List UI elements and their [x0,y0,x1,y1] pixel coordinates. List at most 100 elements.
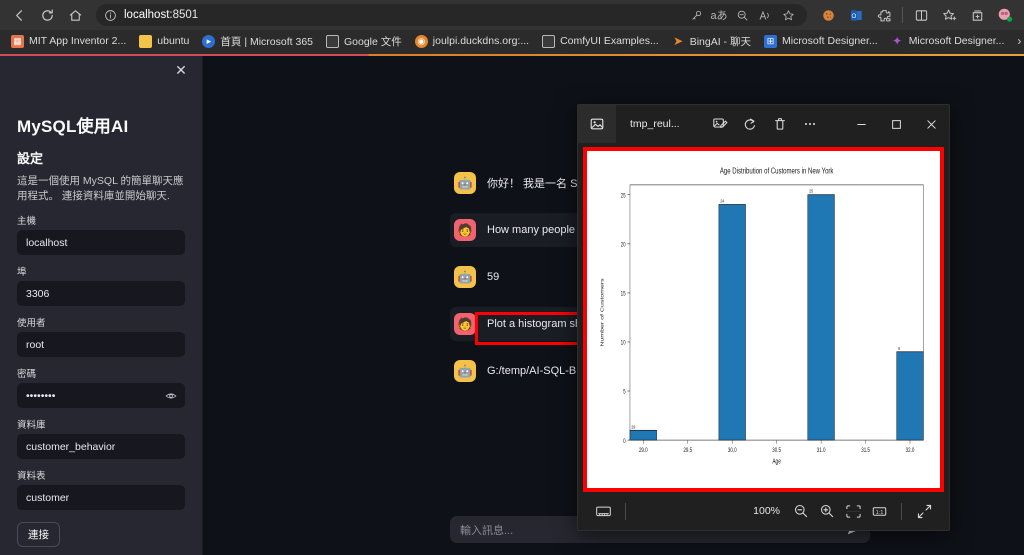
add-favorite-icon[interactable] [936,3,962,27]
bookmark-item[interactable]: ◉ joulpi.duckdns.org:... [409,33,535,50]
document-icon [326,34,339,48]
more-options-icon[interactable] [798,112,823,137]
actual-size-icon[interactable]: 1:1 [866,498,892,524]
bar [629,429,657,441]
toolbar-divider [902,7,903,23]
bookmark-item[interactable]: ComfyUI Examples... [536,33,665,50]
bookmark-item[interactable]: ▦ MIT App Inventor 2... [5,33,132,50]
plot-frame [629,184,924,441]
toolbar-divider [901,502,902,520]
bookmark-item[interactable]: ▸ 首頁 | Microsoft 365 [196,32,319,51]
url-port: :8501 [169,9,199,21]
eye-icon[interactable] [165,390,177,402]
password-input[interactable]: •••••••• [17,383,185,409]
bar-value-label: 25 [809,188,813,194]
bookmark-label: 首頁 | Microsoft 365 [220,35,313,48]
fullscreen-icon[interactable] [911,498,937,524]
svg-text:1:1: 1:1 [875,509,883,515]
extensions-icon[interactable] [871,3,897,27]
bookmarks-overflow-button[interactable]: › [1011,34,1024,48]
user-label: 使用者 [17,318,46,330]
split-screen-icon[interactable] [908,3,934,27]
viewer-image-canvas: Age Distribution of Customers in New Yor… [578,143,949,492]
fit-to-window-icon[interactable] [840,498,866,524]
chat-input-placeholder: 輸入訊息... [460,524,514,537]
user-value: root [26,338,45,351]
connect-button[interactable]: 連接 [17,522,60,548]
page-title: MySQL使用AI [17,117,129,136]
x-tick-label: 32.0 [906,447,915,454]
bookmark-item[interactable]: Google 文件 [320,32,408,51]
close-icon[interactable]: ✕ [172,61,190,79]
back-button[interactable] [6,3,32,27]
user-input[interactable]: root [17,332,185,358]
cookie-icon[interactable] [815,3,841,27]
bookmark-item[interactable]: ➤ BingAI - 聊天 [666,32,757,51]
filmstrip-icon[interactable] [590,498,616,524]
port-input[interactable]: 3306 [17,281,185,307]
x-axis-label: Age [772,459,781,466]
zoom-out-icon[interactable] [788,498,814,524]
outlook-icon[interactable]: O [843,3,869,27]
read-aloud-icon[interactable] [754,5,776,25]
svg-text:O: O [851,12,856,19]
chart-title: Age Distribution of Customers in New Yor… [720,166,834,176]
reload-button[interactable] [34,3,60,27]
bookmark-item[interactable]: ⊞ Microsoft Designer... [758,33,884,50]
database-value: customer_behavior [26,440,116,453]
app-viewport: ✕ MySQL使用AI 設定 這是一個使用 MySQL 的簡單聊天應用程式。 連… [0,56,1024,555]
y-tick-label: 5 [623,389,625,396]
maximize-button[interactable] [879,105,914,143]
bookmark-label: Microsoft Designer... [781,35,878,47]
password-value: •••••••• [26,389,56,402]
viewer-titlebar[interactable]: tmp_reul... [578,105,949,143]
table-value: customer [26,491,70,504]
displayed-image: Age Distribution of Customers in New Yor… [587,151,940,488]
robot-icon: 🤖 [454,172,476,194]
address-bar[interactable]: localhost:8501 aあ [96,4,807,26]
profile-icon[interactable] [992,3,1018,27]
designer-icon: ✦ [892,34,903,48]
zoom-in-icon[interactable] [814,498,840,524]
bar [718,204,746,441]
settings-heading: 設定 [17,151,44,166]
y-tick-label: 10 [621,340,626,347]
edit-image-icon[interactable] [708,112,733,137]
minimize-button[interactable] [844,105,879,143]
person-icon: 🧑 [454,313,476,335]
duckdns-icon: ◉ [414,34,428,48]
histogram-figure: Age Distribution of Customers in New Yor… [590,154,937,485]
rotate-icon[interactable] [738,112,763,137]
browser-chrome: localhost:8501 aあ O ▦ MIT App Inventor 2… [0,0,1024,56]
host-input[interactable]: localhost [17,230,185,256]
home-button[interactable] [62,3,88,27]
viewer-window-buttons [844,105,949,143]
bookmark-item[interactable]: ubuntu [133,33,195,50]
favorite-star-icon[interactable] [777,5,799,25]
delete-icon[interactable] [768,112,793,137]
zoom-out-icon[interactable] [731,5,753,25]
user-field-group: 使用者 root [17,315,185,358]
database-input[interactable]: customer_behavior [17,434,185,460]
x-tick-label: 30.5 [772,447,781,454]
settings-sidebar: ✕ MySQL使用AI 設定 這是一個使用 MySQL 的簡單聊天應用程式。 連… [0,56,203,555]
bookmark-label: ubuntu [157,35,190,47]
close-button[interactable] [914,105,949,143]
collections-icon[interactable] [964,3,990,27]
bar-value-label: 29 [631,424,635,430]
viewer-bottom-toolbar: 100% 1:1 [578,492,949,530]
person-icon: 🧑 [454,219,476,241]
key-icon[interactable] [685,5,707,25]
app-inventor-icon: ▦ [11,34,24,48]
x-tick-label: 31.5 [861,447,870,454]
port-value: 3306 [26,287,50,300]
toolbar-divider [625,502,626,520]
bookmark-label: BingAI - 聊天 [689,35,751,48]
zoom-level-label: 100% [753,505,780,517]
robot-icon: 🤖 [454,360,476,382]
address-bar-url: localhost:8501 [124,9,198,21]
bookmark-item[interactable]: ✦ Microsoft Designer... [885,33,1011,50]
x-tick-label: 30.0 [728,447,737,454]
translate-icon[interactable]: aあ [708,5,730,25]
table-input[interactable]: customer [17,485,185,511]
